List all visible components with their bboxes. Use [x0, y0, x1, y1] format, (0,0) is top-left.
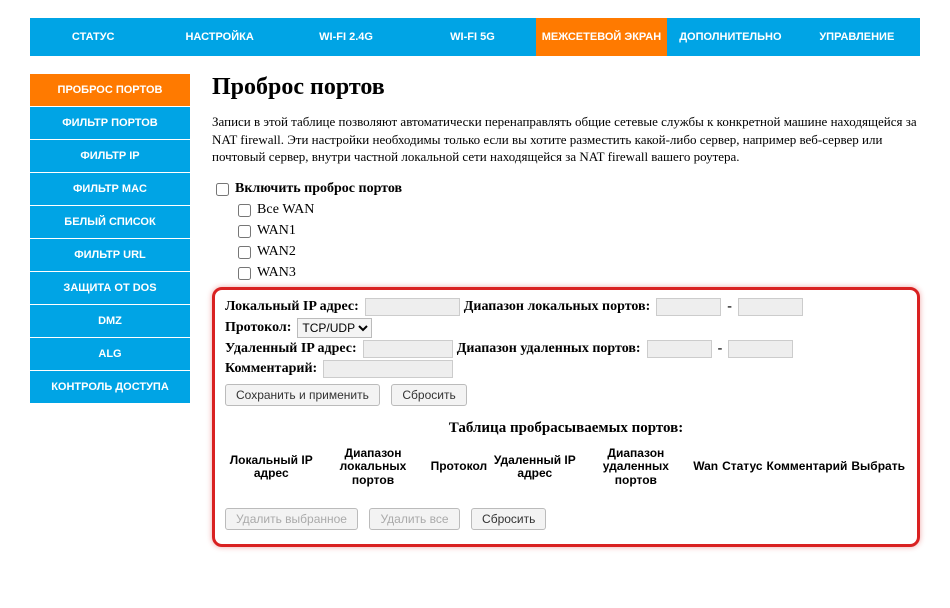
dash-1: - — [727, 299, 732, 315]
sidebar-item-mac-filter[interactable]: ФИЛЬТР MAC — [30, 173, 190, 205]
top-navigation: СТАТУС НАСТРОЙКА WI-FI 2.4G WI-FI 5G МЕЖ… — [30, 18, 920, 56]
wan-all-label: Все WAN — [257, 202, 314, 218]
local-ip-input[interactable] — [365, 298, 460, 316]
page-description: Записи в этой таблице позволяют автомати… — [212, 113, 920, 166]
sidebar-item-dmz[interactable]: DMZ — [30, 305, 190, 337]
sidebar-item-port-filter[interactable]: ФИЛЬТР ПОРТОВ — [30, 107, 190, 139]
comment-input[interactable] — [323, 360, 453, 378]
th-wan: Wan — [691, 443, 720, 492]
protocol-select[interactable]: TCP/UDP — [297, 318, 372, 338]
tab-wifi24g[interactable]: WI-FI 2.4G — [283, 18, 409, 56]
reset-table-button[interactable]: Сбросить — [471, 508, 546, 530]
local-ip-label: Локальный IP адрес: — [225, 299, 359, 315]
wan2-label: WAN2 — [257, 244, 296, 260]
wan1-label: WAN1 — [257, 223, 296, 239]
reset-form-button[interactable]: Сбросить — [391, 384, 466, 406]
enable-options: Включить проброс портов Все WAN WAN1 WAN… — [212, 180, 920, 283]
sidebar-item-alg[interactable]: ALG — [30, 338, 190, 370]
wan-all-checkbox[interactable] — [238, 204, 251, 217]
sidebar: ПРОБРОС ПОРТОВ ФИЛЬТР ПОРТОВ ФИЛЬТР IP Ф… — [30, 74, 190, 547]
th-local-ip: Локальный IP адрес — [225, 443, 317, 492]
th-protocol: Протокол — [429, 443, 490, 492]
protocol-label: Протокол: — [225, 320, 291, 336]
content: Проброс портов Записи в этой таблице поз… — [190, 74, 920, 547]
remote-ports-label: Диапазон удаленных портов: — [457, 341, 641, 357]
remote-port-from-input[interactable] — [647, 340, 712, 358]
th-local-ports: Диапазон локальных портов — [317, 443, 428, 492]
sidebar-item-url-filter[interactable]: ФИЛЬТР URL — [30, 239, 190, 271]
enable-port-forwarding-checkbox[interactable] — [216, 183, 229, 196]
sidebar-item-dos-protection[interactable]: ЗАЩИТА ОТ DOS — [30, 272, 190, 304]
remote-port-to-input[interactable] — [728, 340, 793, 358]
remote-ip-label: Удаленный IP адрес: — [225, 341, 357, 357]
sidebar-item-ip-filter[interactable]: ФИЛЬТР IP — [30, 140, 190, 172]
th-select: Выбрать — [849, 443, 907, 492]
th-comment: Комментарий — [765, 443, 850, 492]
wan2-row[interactable]: WAN2 — [234, 243, 920, 262]
wan3-label: WAN3 — [257, 265, 296, 281]
local-port-from-input[interactable] — [656, 298, 721, 316]
remote-ip-input[interactable] — [363, 340, 453, 358]
th-remote-ip: Удаленный IP адрес — [489, 443, 580, 492]
wan-all-row[interactable]: Все WAN — [234, 201, 920, 220]
tab-setup[interactable]: НАСТРОЙКА — [156, 18, 282, 56]
th-status: Статус — [720, 443, 764, 492]
page-title: Проброс портов — [212, 74, 920, 101]
tab-management[interactable]: УПРАВЛЕНИЕ — [794, 18, 920, 56]
dash-2: - — [718, 341, 723, 357]
enable-port-forwarding-row[interactable]: Включить проброс портов — [212, 180, 920, 199]
local-port-to-input[interactable] — [738, 298, 803, 316]
sidebar-item-port-forwarding[interactable]: ПРОБРОС ПОРТОВ — [30, 74, 190, 106]
form-highlight-box: Локальный IP адрес: Диапазон локальных п… — [212, 287, 920, 547]
th-remote-ports: Диапазон удаленных портов — [581, 443, 692, 492]
wan2-checkbox[interactable] — [238, 246, 251, 259]
tab-status[interactable]: СТАТУС — [30, 18, 156, 56]
wan1-row[interactable]: WAN1 — [234, 222, 920, 241]
wan1-checkbox[interactable] — [238, 225, 251, 238]
port-forwarding-table: Локальный IP адрес Диапазон локальных по… — [225, 443, 907, 492]
delete-all-button[interactable]: Удалить все — [369, 508, 459, 530]
delete-selected-button[interactable]: Удалить выбранное — [225, 508, 358, 530]
tab-firewall[interactable]: МЕЖСЕТЕВОЙ ЭКРАН — [536, 18, 668, 56]
enable-port-forwarding-label: Включить проброс портов — [235, 181, 402, 197]
save-apply-button[interactable]: Сохранить и применить — [225, 384, 380, 406]
wan3-row[interactable]: WAN3 — [234, 264, 920, 283]
table-title: Таблица пробрасываемых портов: — [225, 420, 907, 437]
local-ports-label: Диапазон локальных портов: — [464, 299, 651, 315]
wan3-checkbox[interactable] — [238, 267, 251, 280]
sidebar-item-access-control[interactable]: КОНТРОЛЬ ДОСТУПА — [30, 371, 190, 403]
sidebar-item-whitelist[interactable]: БЕЛЫЙ СПИСОК — [30, 206, 190, 238]
tab-advanced[interactable]: ДОПОЛНИТЕЛЬНО — [667, 18, 793, 56]
tab-wifi5g[interactable]: WI-FI 5G — [409, 18, 535, 56]
comment-label: Комментарий: — [225, 361, 317, 377]
